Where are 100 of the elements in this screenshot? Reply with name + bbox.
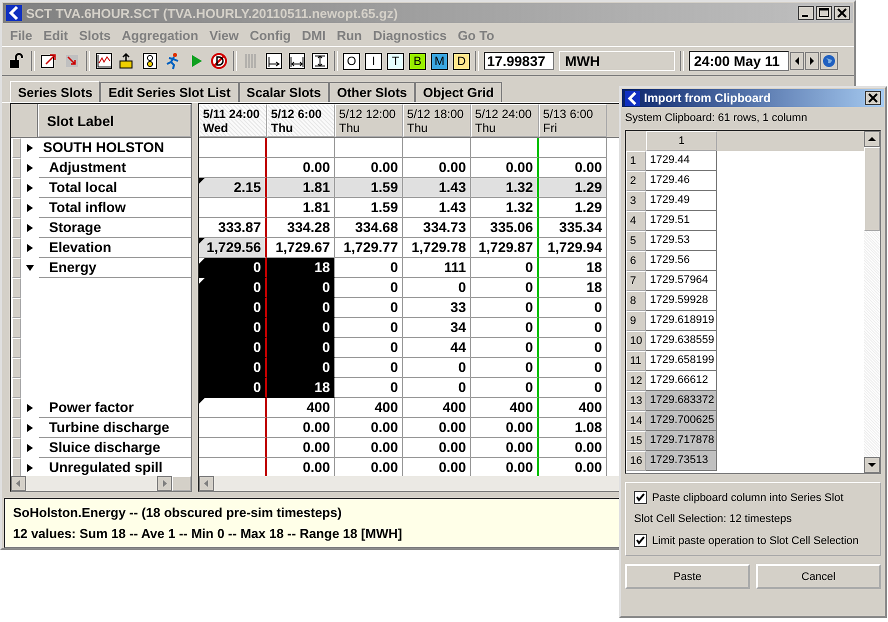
slot-label[interactable]: Adjustment bbox=[49, 159, 126, 175]
table-cell[interactable]: 0 bbox=[335, 298, 403, 318]
slot-label[interactable]: Unregulated spill bbox=[49, 459, 163, 475]
letter-button[interactable]: I bbox=[365, 52, 382, 70]
table-cell[interactable]: 0 bbox=[471, 338, 539, 358]
tab[interactable]: Series Slots bbox=[10, 81, 100, 102]
table-cell[interactable]: 0 bbox=[471, 298, 539, 318]
table-cell[interactable]: 334.68 bbox=[335, 218, 403, 238]
table-cell[interactable]: 334.28 bbox=[267, 218, 335, 238]
table-cell[interactable]: 34 bbox=[403, 318, 471, 338]
date-field[interactable]: 24:00 May 11 bbox=[689, 51, 789, 71]
table-cell[interactable]: 0.00 bbox=[335, 418, 403, 438]
table-cell[interactable]: 1.08 bbox=[539, 418, 607, 438]
table-cell[interactable]: 1.43 bbox=[403, 178, 471, 198]
column-header[interactable]: 5/11 24:00 Wed bbox=[199, 104, 267, 137]
table-cell[interactable]: 0 bbox=[335, 318, 403, 338]
table-cell[interactable]: 400 bbox=[403, 398, 471, 418]
table-cell[interactable]: 0 bbox=[539, 318, 607, 338]
table-cell[interactable]: 335.34 bbox=[539, 218, 607, 238]
value-field[interactable]: 17.99837 bbox=[484, 52, 554, 70]
slot-label[interactable]: Power factor bbox=[49, 399, 134, 415]
tab[interactable]: Scalar Slots bbox=[238, 82, 329, 102]
table-cell[interactable]: 1,729.94 bbox=[539, 238, 607, 258]
table-cell[interactable]: 1.43 bbox=[403, 198, 471, 218]
table-cell[interactable]: 400 bbox=[471, 398, 539, 418]
table-cell[interactable]: 0 bbox=[335, 358, 403, 378]
table-cell[interactable]: 0 bbox=[403, 378, 471, 398]
slot-label[interactable]: Total inflow bbox=[49, 199, 126, 215]
table-cell[interactable]: 0 bbox=[199, 278, 267, 298]
letter-button[interactable]: O bbox=[343, 52, 360, 70]
table-cell[interactable]: 18 bbox=[267, 378, 335, 398]
table-cell[interactable]: 0.00 bbox=[335, 438, 403, 458]
table-cell[interactable]: 1,729.56 bbox=[199, 238, 267, 258]
table-cell[interactable]: 0 bbox=[539, 358, 607, 378]
table-cell[interactable]: 0 bbox=[199, 318, 267, 338]
table-cell[interactable]: 2.15 bbox=[199, 178, 267, 198]
table-cell[interactable]: 0 bbox=[199, 338, 267, 358]
table-cell[interactable]: 0 bbox=[539, 378, 607, 398]
table-cell[interactable]: 400 bbox=[539, 398, 607, 418]
table-cell[interactable]: 0 bbox=[267, 298, 335, 318]
table-cell[interactable]: 1,729.87 bbox=[471, 238, 539, 258]
table-cell[interactable]: 0 bbox=[403, 278, 471, 298]
table-cell[interactable]: 0.00 bbox=[539, 438, 607, 458]
table-cell[interactable]: 111 bbox=[403, 258, 471, 278]
table-cell[interactable]: 0 bbox=[267, 278, 335, 298]
table-cell[interactable]: 1.29 bbox=[539, 198, 607, 218]
table-cell[interactable]: 0 bbox=[471, 258, 539, 278]
paste-button[interactable]: Paste bbox=[625, 564, 750, 589]
table-cell[interactable]: 1.32 bbox=[471, 178, 539, 198]
slot-label[interactable]: Sluice discharge bbox=[49, 439, 160, 455]
table-cell[interactable]: 0 bbox=[335, 378, 403, 398]
table-cell[interactable]: 0.00 bbox=[267, 438, 335, 458]
letter-button[interactable]: D bbox=[453, 52, 470, 70]
column-header[interactable]: 5/12 24:00 Thu bbox=[471, 104, 539, 137]
slot-label[interactable]: Storage bbox=[49, 219, 102, 235]
table-cell[interactable]: 0.00 bbox=[471, 438, 539, 458]
table-cell[interactable]: 0 bbox=[335, 338, 403, 358]
table-cell[interactable]: 0 bbox=[471, 358, 539, 378]
table-cell[interactable]: 0 bbox=[199, 378, 267, 398]
slot-label[interactable]: SOUTH HOLSTON bbox=[43, 139, 164, 155]
table-cell[interactable]: 0.00 bbox=[267, 418, 335, 438]
column-header[interactable]: 5/12 18:00 Thu bbox=[403, 104, 471, 137]
slot-label[interactable]: Energy bbox=[49, 259, 96, 275]
table-cell[interactable]: 18 bbox=[267, 258, 335, 278]
column-header[interactable]: 5/12 6:00 Thu bbox=[267, 104, 335, 137]
column-header[interactable]: Slot Label bbox=[38, 104, 191, 137]
slot-label[interactable]: Total local bbox=[49, 179, 118, 195]
checkbox-label[interactable]: Limit paste operation to Slot Cell Selection bbox=[652, 534, 859, 546]
table-cell[interactable]: 1.59 bbox=[335, 198, 403, 218]
column-header[interactable]: 5/12 12:00 Thu bbox=[335, 104, 403, 137]
slot-label[interactable]: Turbine discharge bbox=[49, 419, 170, 435]
table-cell[interactable]: 0 bbox=[471, 378, 539, 398]
table-cell[interactable]: 1.81 bbox=[267, 198, 335, 218]
table-cell[interactable]: 0.00 bbox=[403, 418, 471, 438]
table-cell[interactable]: 0 bbox=[267, 338, 335, 358]
table-cell[interactable]: 0 bbox=[199, 298, 267, 318]
table-cell[interactable]: 0 bbox=[335, 258, 403, 278]
table-cell[interactable]: 0 bbox=[471, 318, 539, 338]
table-cell[interactable]: 0 bbox=[471, 278, 539, 298]
table-cell[interactable]: 1.59 bbox=[335, 178, 403, 198]
letter-button[interactable]: M bbox=[431, 52, 448, 70]
table-cell[interactable]: 0 bbox=[267, 358, 335, 378]
table-cell[interactable]: 335.06 bbox=[471, 218, 539, 238]
letter-button[interactable]: T bbox=[387, 52, 404, 70]
table-cell[interactable]: 0 bbox=[539, 338, 607, 358]
table-cell[interactable]: 33 bbox=[403, 298, 471, 318]
table-cell[interactable]: 334.73 bbox=[403, 218, 471, 238]
table-cell[interactable]: 0.00 bbox=[471, 418, 539, 438]
table-cell[interactable]: 1,729.78 bbox=[403, 238, 471, 258]
table-cell[interactable]: 0 bbox=[267, 318, 335, 338]
table-cell[interactable]: 1.29 bbox=[539, 178, 607, 198]
table-cell[interactable]: 0 bbox=[199, 258, 267, 278]
table-cell[interactable]: 0 bbox=[199, 358, 267, 378]
table-cell[interactable]: 44 bbox=[403, 338, 471, 358]
letter-button[interactable]: B bbox=[409, 52, 426, 70]
tab[interactable]: Object Grid bbox=[415, 82, 502, 102]
cancel-button[interactable]: Cancel bbox=[756, 564, 881, 589]
checkbox-label[interactable]: Paste clipboard column into Series Slot bbox=[652, 492, 844, 504]
table-cell[interactable]: 1,729.77 bbox=[335, 238, 403, 258]
table-cell[interactable]: 0 bbox=[403, 358, 471, 378]
